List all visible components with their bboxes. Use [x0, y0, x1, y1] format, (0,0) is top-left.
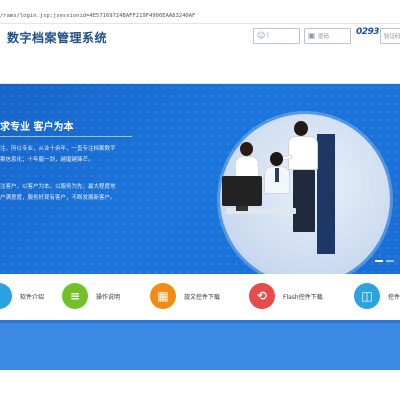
person-figure — [240, 142, 253, 156]
captcha-placeholder: 验证码 — [384, 34, 400, 40]
username-field[interactable]: ☺ | — [253, 28, 300, 44]
person-figure — [288, 136, 318, 170]
password-placeholder: 密码 — [318, 34, 330, 40]
person-figure — [270, 152, 283, 166]
slider-dots[interactable] — [375, 260, 394, 262]
person-figure — [317, 134, 335, 254]
banner-line: 户满意度，服务好现有客户，不断发展新客户。 — [0, 195, 116, 201]
person-figure — [275, 168, 279, 182]
quick-nav: 软件介绍 ≡ 操作说明 ▦ 旋文控件下载 ⟲ Flash控件下载 ◫ 控件 — [0, 274, 400, 320]
list-icon: ≡ — [62, 283, 88, 309]
person-figure — [294, 121, 308, 136]
footer-band — [0, 320, 400, 370]
banner-line: 案信息化；十年磨一剑，越磨越锋芒。 — [0, 157, 94, 163]
grid-icon: ▦ — [150, 283, 176, 309]
monitor-stand — [236, 206, 248, 211]
doc-icon — [0, 283, 12, 309]
lock-icon: ▣ — [308, 31, 316, 40]
slider-dot[interactable] — [386, 260, 394, 262]
nav-label: Flash控件下载 — [283, 293, 323, 301]
nav-item-flash-download[interactable]: ⟲ Flash控件下载 — [249, 281, 323, 311]
captcha-field[interactable]: 验证码 — [380, 28, 400, 44]
banner-paragraph-2: 注客户，以客户为本，以服务为先，最大程度地 户满意度，服务好现有客户，不断发展新… — [0, 182, 116, 204]
person-figure — [293, 170, 315, 232]
page-background — [0, 370, 400, 400]
password-field[interactable]: ▣ 密码 — [304, 28, 351, 44]
nav-item-software-intro[interactable]: 软件介绍 — [0, 281, 44, 311]
divider — [0, 136, 132, 137]
page-title: 数字档案管理系统 — [7, 31, 108, 45]
nav-label: 软件介绍 — [20, 293, 45, 301]
banner-line: 注，所以专业，从业十余年，一直专注档案数字 — [0, 146, 116, 152]
user-icon: ☺ — [257, 31, 266, 40]
username-placeholder: | — [267, 32, 269, 38]
banner-slogan: 求专业 客户为本 — [0, 122, 74, 133]
captcha-image[interactable]: 0293 — [356, 27, 380, 43]
address-url[interactable]: /rams/login.jsp;jsessionid=4E57169724BAF… — [0, 13, 195, 19]
address-bar[interactable]: /rams/login.jsp;jsessionid=4E57169724BAF… — [0, 12, 400, 24]
nav-label: 旋文控件下载 — [184, 293, 221, 301]
monitor — [222, 176, 262, 206]
nav-item-operation-guide[interactable]: ≡ 操作说明 — [62, 281, 120, 311]
banner-paragraph-1: 注，所以专业，从业十余年，一直专注档案数字 案信息化；十年磨一剑，越磨越锋芒。 — [0, 144, 116, 166]
divider — [0, 320, 400, 323]
bookmark-icon: ◫ — [354, 283, 380, 309]
flash-icon: ⟲ — [249, 283, 275, 309]
nav-label: 操作说明 — [96, 293, 121, 301]
slider-dot[interactable] — [375, 260, 383, 262]
nav-label: 控件 — [388, 293, 400, 301]
nav-item-control-download[interactable]: ▦ 旋文控件下载 — [150, 281, 220, 311]
banner-line: 注客户，以客户为本，以服务为先，最大程度地 — [0, 184, 116, 190]
nav-item-control[interactable]: ◫ 控件 — [354, 281, 400, 311]
hero-banner: 求专业 客户为本 注，所以专业，从业十余年，一直专注档案数字 案信息化；十年磨一… — [0, 84, 400, 274]
